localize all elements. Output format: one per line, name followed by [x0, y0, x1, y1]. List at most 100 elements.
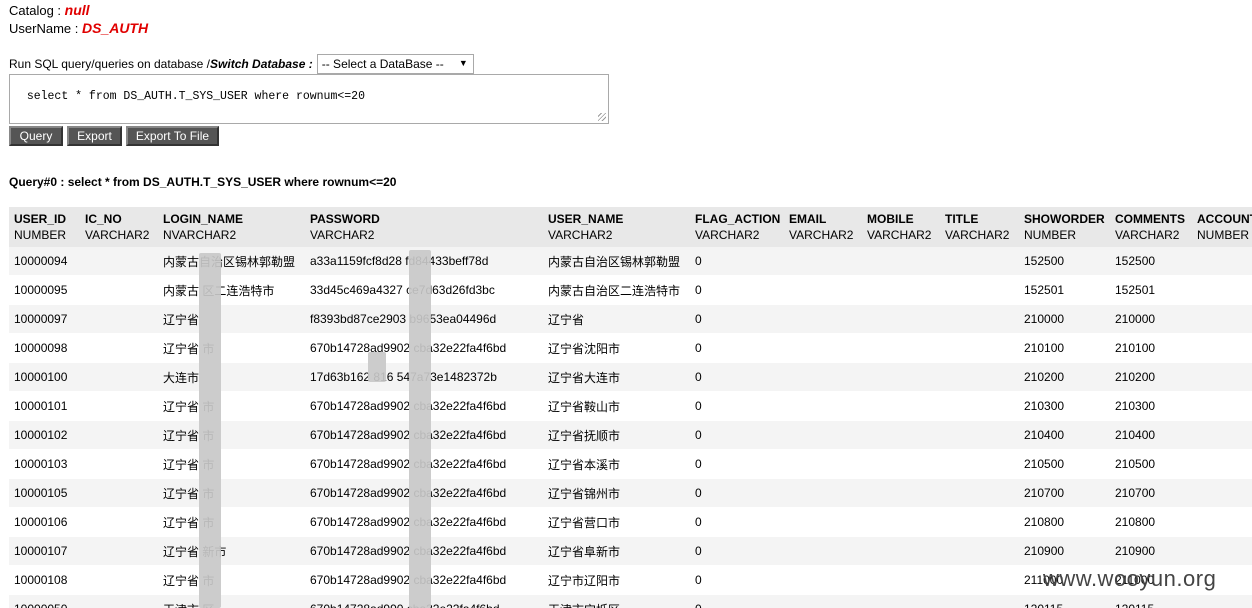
- table-cell: [80, 391, 158, 421]
- table-cell: 辽宁省 市: [158, 449, 305, 479]
- table-cell: [1192, 449, 1252, 479]
- watermark: www.wooyun.org: [1043, 566, 1217, 591]
- table-cell: [940, 275, 1019, 305]
- table-cell: [862, 247, 940, 276]
- table-cell: [1192, 362, 1252, 392]
- table-cell: 210500: [1110, 449, 1192, 479]
- table-cell: [940, 449, 1019, 479]
- clipped-header-line: ________________: [0, 0, 310, 1]
- resize-handle-icon[interactable]: [598, 113, 606, 121]
- table-cell: 210000: [1019, 304, 1110, 334]
- table-row: 10000097 辽宁省 f8393bd87ce2903 b9653ea04496d…: [9, 304, 1252, 334]
- column-type: NUMBER: [14, 228, 67, 242]
- column-header: MOBILE VARCHAR2: [862, 207, 940, 247]
- table-cell: 0: [690, 275, 784, 305]
- table-row: 10000050天津市 区670b14728ad990 cba32e22fa4f…: [9, 594, 1252, 608]
- table-cell: 10000100: [9, 362, 80, 392]
- table-cell: [862, 594, 940, 608]
- table-cell: 0: [690, 420, 784, 450]
- table-cell: 10000097: [9, 304, 80, 334]
- table-cell: 152501: [1110, 275, 1192, 305]
- result-table: USER_ID NUMBER IC_NO VARCHAR2 LOGIN_NAME NVAR…: [9, 207, 1252, 608]
- redaction-mask: [199, 253, 221, 608]
- table-cell: 辽宁省 市: [158, 565, 305, 595]
- table-cell: 辽宁省 市: [158, 507, 305, 537]
- table-row: 10000105 辽宁省 市 670b14728ad9902 cba32e22fa4…: [9, 478, 1252, 508]
- table-cell: [862, 391, 940, 421]
- table-cell: 辽宁省 市: [158, 333, 305, 363]
- table-cell: 辽宁省鞍山市: [543, 391, 690, 421]
- column-type: VARCHAR2: [789, 228, 854, 242]
- table-cell: [1192, 420, 1252, 450]
- table-cell: [784, 420, 862, 450]
- column-header: SHOWORDER NUMBER: [1019, 207, 1110, 247]
- table-cell: 0: [690, 247, 784, 276]
- table-cell: 10000106: [9, 507, 80, 537]
- table-cell: 10000094: [9, 247, 80, 276]
- table-cell: 辽宁省大连市: [543, 362, 690, 392]
- table-cell: 10000101: [9, 391, 80, 421]
- column-name: ACCOUNT: [1197, 212, 1252, 226]
- table-cell: 10000095: [9, 275, 80, 305]
- table-cell: [80, 449, 158, 479]
- table-cell: 辽宁市辽阳市: [543, 565, 690, 595]
- table-cell: 内蒙古自治区二连浩特市: [543, 275, 690, 305]
- column-header: USER_ID NUMBER: [9, 207, 80, 247]
- table-cell: [940, 362, 1019, 392]
- table-cell: [862, 565, 940, 595]
- table-cell: 210100: [1110, 333, 1192, 363]
- query-result-title: Query#0 : select * from DS_AUTH.T_SYS_US…: [9, 175, 397, 189]
- column-type: VARCHAR2: [1115, 228, 1180, 242]
- export-button[interactable]: Export: [67, 126, 122, 146]
- table-cell: [1192, 536, 1252, 566]
- table-cell: 210700: [1110, 478, 1192, 508]
- column-type: VARCHAR2: [867, 228, 932, 242]
- sql-query-textarea[interactable]: select * from DS_AUTH.T_SYS_USER where r…: [9, 74, 609, 124]
- table-cell: [940, 420, 1019, 450]
- column-name: USER_NAME: [548, 212, 624, 226]
- query-button[interactable]: Query: [9, 126, 63, 146]
- redaction-mask: [409, 250, 431, 608]
- table-cell: 120115: [1019, 594, 1110, 608]
- catalog-line: Catalog : null: [9, 2, 90, 19]
- table-cell: 152500: [1110, 247, 1192, 276]
- table-cell: [862, 420, 940, 450]
- table-cell: [862, 478, 940, 508]
- table-cell: [1192, 478, 1252, 508]
- switch-database-label: Switch Database :: [210, 57, 313, 71]
- column-type: VARCHAR2: [310, 228, 375, 242]
- column-header: TITLE VARCHAR2: [940, 207, 1019, 247]
- table-cell: [80, 565, 158, 595]
- result-table-container[interactable]: USER_ID NUMBER IC_NO VARCHAR2 LOGIN_NAME NVAR…: [9, 207, 1252, 608]
- database-select-value: -- Select a DataBase --: [321, 57, 444, 71]
- column-header: EMAIL VARCHAR2: [784, 207, 862, 247]
- username-value: DS_AUTH: [81, 20, 149, 36]
- table-cell: 0: [690, 449, 784, 479]
- table-cell: [80, 594, 158, 608]
- table-cell: [940, 391, 1019, 421]
- database-select[interactable]: -- Select a DataBase -- ▼: [316, 54, 474, 74]
- table-header-row: USER_ID NUMBER IC_NO VARCHAR2 LOGIN_NAME NVAR…: [9, 207, 1252, 247]
- export-to-file-button[interactable]: Export To File: [126, 126, 219, 146]
- table-cell: [784, 247, 862, 276]
- column-name: IC_NO: [85, 212, 122, 226]
- table-cell: 210900: [1019, 536, 1110, 566]
- table-cell: [940, 536, 1019, 566]
- column-header: LOGIN_NAME NVARCHAR2: [158, 207, 305, 247]
- table-row: 10000102 辽宁省 市 670b14728ad9902 cba32e22fa4…: [9, 420, 1252, 450]
- table-cell: 辽宁省本溪市: [543, 449, 690, 479]
- table-cell: 内蒙古 区二连浩特市: [158, 275, 305, 305]
- table-cell: 210400: [1110, 420, 1192, 450]
- table-cell: 内蒙古自治区锡林郭勒盟: [158, 247, 305, 276]
- table-cell: 辽宁省 市: [158, 478, 305, 508]
- catalog-label: Catalog :: [9, 3, 65, 18]
- table-cell: 10000103: [9, 449, 80, 479]
- table-cell: 210800: [1019, 507, 1110, 537]
- table-cell: [80, 507, 158, 537]
- table-cell: [784, 507, 862, 537]
- table-cell: [1192, 333, 1252, 363]
- column-name: SHOWORDER: [1024, 212, 1105, 226]
- table-cell: 152501: [1019, 275, 1110, 305]
- column-type: NUMBER: [1197, 228, 1250, 242]
- column-type: VARCHAR2: [85, 228, 150, 242]
